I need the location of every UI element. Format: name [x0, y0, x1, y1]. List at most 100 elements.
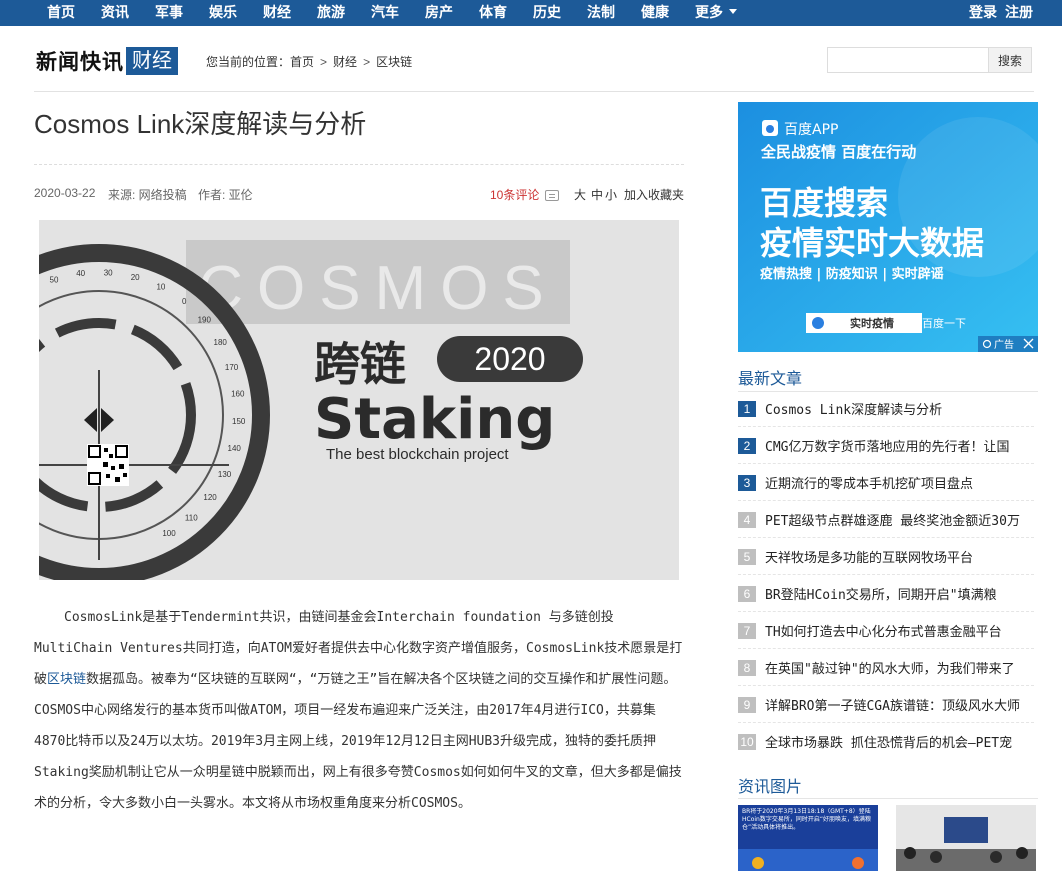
- latest-article-item[interactable]: 10 全球市场暴跌 抓住恐慌背后的机会—PET宠: [738, 723, 1034, 760]
- dial-number-label: 110: [185, 513, 198, 522]
- nav-item-law[interactable]: 法制: [587, 0, 615, 26]
- dial-number-label: 20: [131, 273, 140, 282]
- article-title: Cosmos Link深度解读与分析: [34, 109, 367, 139]
- latest-article-item[interactable]: 2 CMG亿万数字货币落地应用的先行者！让国: [738, 427, 1034, 464]
- dial-number-label: 190: [198, 316, 212, 325]
- comments-count: 10条评论: [490, 188, 540, 202]
- person-icon: [1016, 847, 1028, 859]
- article-body-text-cont: 数据孤岛。被奉为“区块链的互联网“，“万链之王”旨在解决各个区块链之间的交互操作…: [34, 672, 682, 811]
- baidu-ad-banner[interactable]: 百度APP 全民战疫情 百度在行动 百度搜索 疫情实时大数据 疫情热搜 | 防疫…: [738, 102, 1038, 352]
- font-size-medium[interactable]: 中: [591, 186, 603, 203]
- site-logo[interactable]: 新闻快讯 财经: [36, 46, 178, 75]
- arrow-left-icon: [84, 408, 97, 432]
- latest-article-item[interactable]: 8 在英国"敲过钟"的风水大师，为我们带来了: [738, 649, 1034, 686]
- blockchain-link[interactable]: 区块链: [47, 672, 86, 687]
- article-hero-image: COSMOS 605040302010019018017016015014013…: [39, 220, 679, 580]
- comments-link[interactable]: 10条评论: [490, 186, 560, 203]
- nav-item-more[interactable]: 更多: [695, 0, 737, 26]
- latest-article-title: 天祥牧场是多功能的互联网牧场平台: [765, 551, 974, 566]
- nav-item-sports[interactable]: 体育: [479, 0, 507, 26]
- latest-articles-heading: 最新文章: [738, 371, 803, 388]
- latest-article-title: PET超级节点群雄逐鹿 最终奖池金额近30万: [765, 514, 1020, 529]
- nav-item-health[interactable]: 健康: [641, 0, 669, 26]
- chevron-right-icon: >: [363, 55, 371, 69]
- rank-badge: 1: [738, 401, 756, 417]
- qr-module: [111, 466, 115, 470]
- comment-icon: [545, 190, 560, 202]
- latest-article-item[interactable]: 4 PET超级节点群雄逐鹿 最终奖池金额近30万: [738, 501, 1034, 538]
- news-picture-1[interactable]: BR将于2020年3月13日18:18（GMT+8）登陆HCoin数字交易所，同…: [738, 805, 878, 871]
- breadcrumb-home[interactable]: 首页: [290, 55, 314, 69]
- qr-module: [106, 474, 110, 478]
- person-icon: [930, 851, 942, 863]
- rank-badge: 5: [738, 549, 756, 565]
- latest-article-item[interactable]: 9 详解BRO第一子链CGA族谱链：顶级风水大师: [738, 686, 1034, 723]
- latest-article-item[interactable]: 5 天祥牧场是多功能的互联网牧场平台: [738, 538, 1034, 575]
- article-author: 作者: 亚伦: [198, 188, 253, 202]
- breadcrumb-finance[interactable]: 财经: [333, 55, 357, 69]
- latest-article-title: 全球市场暴跌 抓住恐慌背后的机会—PET宠: [765, 736, 1013, 751]
- cosmos-banner-graphic: COSMOS 605040302010019018017016015014013…: [39, 240, 583, 580]
- latest-article-item[interactable]: 6 BR登陆HCoin交易所，同期开启"填满粮: [738, 575, 1034, 612]
- logo-channel-text: 财经: [126, 47, 178, 75]
- crosschain-text: 跨链: [314, 337, 406, 391]
- person-icon: [990, 851, 1002, 863]
- ad-search-text: 实时疫情: [850, 316, 894, 330]
- rank-badge: 10: [738, 734, 756, 750]
- latest-article-title: BR登陆HCoin交易所，同期开启"填满粮: [765, 588, 997, 603]
- register-link[interactable]: 注册: [1005, 0, 1033, 26]
- font-size-small[interactable]: 小: [605, 186, 617, 203]
- nav-item-military[interactable]: 军事: [155, 0, 183, 26]
- search-button[interactable]: 搜索: [988, 47, 1032, 73]
- nav-item-history[interactable]: 历史: [533, 0, 561, 26]
- qr-module: [103, 462, 108, 467]
- mascot-icon: [752, 857, 764, 869]
- nav-more-label: 更多: [695, 4, 723, 20]
- dial-number-label: 10: [156, 282, 165, 291]
- nav-item-auto[interactable]: 汽车: [371, 0, 399, 26]
- qr-module: [104, 448, 108, 452]
- ad-subline: 疫情热搜 | 防疫知识 | 实时辟谣: [760, 266, 944, 282]
- ad-slogan: 全民战疫情 百度在行动: [760, 143, 916, 161]
- login-link[interactable]: 登录: [969, 0, 997, 26]
- latest-article-item[interactable]: 1 Cosmos Link深度解读与分析: [738, 390, 1034, 427]
- arrow-right-icon: [101, 408, 114, 432]
- ad-headline-1: 百度搜索: [760, 184, 888, 222]
- add-favorite-link[interactable]: 加入收藏夹: [624, 186, 684, 203]
- news-pictures-divider: [738, 798, 1038, 799]
- ad-label: 广告: [994, 338, 1014, 351]
- font-size-large[interactable]: 大: [574, 186, 586, 203]
- chevron-down-icon: [729, 8, 737, 14]
- year-text: 2020: [474, 341, 545, 377]
- latest-article-title: 在英国"敲过钟"的风水大师，为我们带来了: [765, 662, 1015, 677]
- dial-number-label: 130: [218, 470, 232, 479]
- nav-item-travel[interactable]: 旅游: [317, 0, 345, 26]
- nav-item-home[interactable]: 首页: [47, 0, 75, 26]
- breadcrumb-blockchain[interactable]: 区块链: [376, 55, 412, 69]
- dial-number-label: 0: [182, 297, 187, 306]
- rank-badge: 3: [738, 475, 756, 491]
- article-body: CosmosLink是基于Tendermint共识，由链间基金会Intercha…: [34, 602, 684, 819]
- rank-badge: 4: [738, 512, 756, 528]
- staking-text: Staking: [314, 387, 555, 452]
- latest-article-item[interactable]: 7 TH如何打造去中心化分布式普惠金融平台: [738, 612, 1034, 649]
- header-divider: [34, 91, 1034, 92]
- nav-item-finance[interactable]: 财经: [263, 0, 291, 26]
- latest-article-item[interactable]: 3 近期流行的零成本手机挖矿项目盘点: [738, 464, 1034, 501]
- nav-item-news[interactable]: 资讯: [101, 0, 129, 26]
- dial-number-label: 120: [203, 493, 217, 502]
- news-picture-1-graphic: BR将于2020年3月13日18:18（GMT+8）登陆HCoin数字交易所，同…: [738, 805, 878, 871]
- news-picture-1-caption: BR将于2020年3月13日18:18（GMT+8）登陆HCoin数字交易所，同…: [742, 808, 871, 831]
- article-source: 来源: 网络投稿: [108, 188, 187, 202]
- dial-number-label: 100: [162, 529, 176, 538]
- logo-main-text: 新闻快讯: [36, 51, 124, 74]
- nav-item-entertainment[interactable]: 娱乐: [209, 0, 237, 26]
- breadcrumb-label: 您当前的位置：: [206, 55, 291, 69]
- tagline-text: The best blockchain project: [326, 446, 509, 463]
- latest-article-title: CMG亿万数字货币落地应用的先行者！让国: [765, 440, 1010, 455]
- nav-item-property[interactable]: 房产: [425, 0, 453, 26]
- news-picture-2[interactable]: [896, 805, 1036, 871]
- search-input[interactable]: [827, 47, 989, 73]
- qr-module: [119, 464, 124, 469]
- rank-badge: 8: [738, 660, 756, 676]
